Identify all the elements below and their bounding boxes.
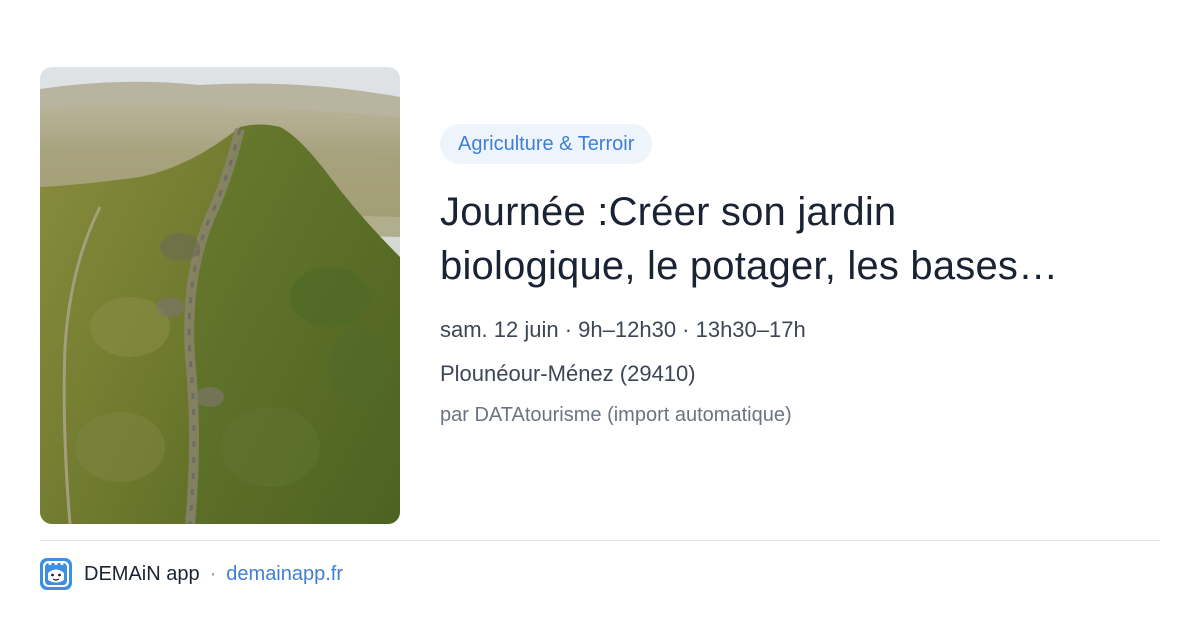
event-info: Agriculture & Terroir Journée :Créer son… xyxy=(440,124,1160,429)
footer-separator: · xyxy=(209,562,217,585)
event-title[interactable]: Journée :Créer son jardin biologique, le… xyxy=(440,185,1160,293)
demain-app-logo-icon xyxy=(40,558,72,590)
app-name[interactable]: DEMAiN app xyxy=(84,563,200,586)
event-card[interactable]: Agriculture & Terroir Journée :Créer son… xyxy=(0,0,1200,630)
footer: DEMAiN app · demainapp.fr xyxy=(40,558,343,590)
event-title-line-1: Journée :Créer son jardin xyxy=(440,190,897,234)
event-photo xyxy=(40,67,400,524)
event-location: Plounéour-Ménez (29410) xyxy=(440,361,696,386)
landscape-photo-icon xyxy=(40,67,400,524)
event-source: par DATAtourisme (import automatique) xyxy=(440,404,792,426)
category-badge[interactable]: Agriculture & Terroir xyxy=(440,124,653,164)
event-title-line-2: biologique, le potager, les bases… xyxy=(440,244,1059,288)
footer-divider xyxy=(40,540,1160,541)
app-url-link[interactable]: demainapp.fr xyxy=(226,563,343,586)
event-datetime: sam. 12 juin · 9h–12h30 · 13h30–17h xyxy=(440,317,806,342)
